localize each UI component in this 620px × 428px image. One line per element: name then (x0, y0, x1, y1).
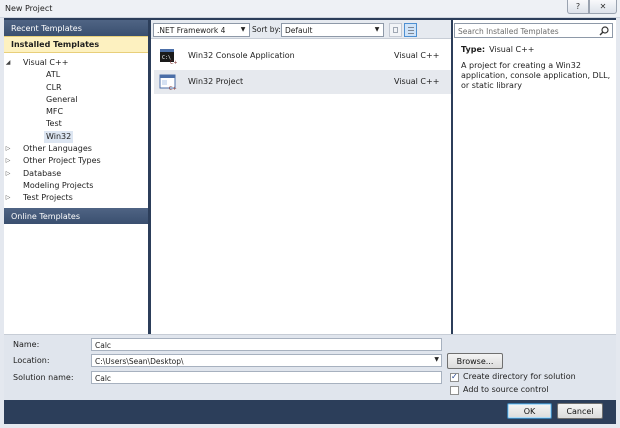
source-control-checkbox[interactable] (450, 386, 459, 395)
win32-project-icon: C++ (159, 74, 177, 91)
location-label: Location: (13, 356, 50, 365)
tree-item-label: Test Projects (23, 193, 73, 203)
template-description: A project for creating a Win32 applicati… (461, 61, 611, 90)
tree-item-win32[interactable]: Win32 (4, 130, 148, 143)
template-category-pane: Recent Templates Installed Templates ◢ Vi… (4, 20, 148, 334)
close-button[interactable]: ✕ (589, 0, 617, 14)
template-item-win32-project[interactable]: C++ Win32 Project Visual C++ (154, 70, 451, 94)
tree-item-label: MFC (46, 107, 64, 117)
name-value: Calc (95, 341, 112, 350)
tree-item-other-languages[interactable]: ▷ Other Languages (4, 143, 148, 155)
type-value: Visual C++ (489, 45, 535, 54)
tree-item-label: Win32 (44, 130, 74, 143)
location-value: C:\Users\Sean\Desktop\ (95, 357, 184, 366)
list-view-button[interactable] (404, 23, 417, 37)
help-icon: ? (575, 2, 581, 11)
collapsed-arrow-icon[interactable]: ▷ (4, 143, 12, 155)
location-select[interactable]: C:\Users\Sean\Desktop\ ▼ (91, 354, 442, 367)
tree-item-modeling-projects[interactable]: Modeling Projects (4, 180, 148, 192)
project-settings-form: Name: Calc Location: C:\Users\Sean\Deskt… (4, 334, 616, 400)
window-title: New Project (5, 4, 53, 13)
sort-label: Sort by: (252, 25, 281, 34)
tree-item-database[interactable]: ▷ Database (4, 168, 148, 180)
tree-item-label: Database (23, 168, 62, 178)
framework-value: .NET Framework 4 (157, 26, 226, 35)
sort-select[interactable]: Default ▼ (281, 23, 384, 37)
template-list-pane: .NET Framework 4 ▼ Sort by: Default ▼ C:… (151, 20, 451, 334)
ok-button[interactable]: OK (507, 403, 552, 419)
template-language: Visual C++ (394, 51, 440, 60)
template-type: Type: Visual C++ (461, 45, 535, 54)
tree-item-label: Visual C++ (23, 58, 69, 67)
name-label: Name: (13, 340, 40, 349)
chevron-down-icon: ▼ (434, 356, 439, 363)
tree-item-atl[interactable]: ATL (4, 69, 148, 81)
close-icon: ✕ (599, 2, 607, 11)
search-placeholder: Search Installed Templates (458, 27, 559, 36)
dialog-footer: OK Cancel (4, 400, 616, 424)
tree-item-label: General (46, 94, 78, 104)
framework-select[interactable]: .NET Framework 4 ▼ (153, 23, 250, 37)
browse-button[interactable]: Browse... (447, 353, 503, 369)
collapsed-arrow-icon[interactable]: ▷ (4, 192, 12, 204)
title-bar: New Project ? ✕ (0, 0, 620, 18)
tree-item-label: CLR (46, 82, 62, 92)
template-details-pane: Search Installed Templates Type: Visual C… (453, 20, 616, 334)
chevron-down-icon: ▼ (374, 26, 380, 33)
cancel-button[interactable]: Cancel (557, 403, 603, 419)
template-name: Win32 Project (188, 77, 244, 86)
svg-text:C++: C++ (169, 86, 177, 91)
tree-item-test[interactable]: Test (4, 118, 148, 130)
tree-item-label: Other Project Types (23, 156, 101, 166)
solution-name-field[interactable]: Calc (91, 371, 442, 384)
tree-item-label: ATL (46, 70, 61, 80)
solution-name-value: Calc (95, 374, 112, 383)
tree-item-test-projects[interactable]: ▷ Test Projects (4, 192, 148, 204)
tree-item-mfc[interactable]: MFC (4, 106, 148, 118)
name-field[interactable]: Calc (91, 338, 442, 351)
recent-templates-header[interactable]: Recent Templates (4, 20, 148, 36)
type-key: Type: (461, 45, 486, 54)
console-app-icon: C:\ C++ (160, 49, 177, 65)
svg-text:C++: C++ (170, 60, 177, 65)
template-tree: ◢ Visual C++ ATL CLR General MFC Test Win32 ▷ Oth… (4, 57, 148, 205)
create-directory-label: Create directory for solution (463, 372, 576, 381)
tree-item-clr[interactable]: CLR (4, 82, 148, 94)
expanded-arrow-icon[interactable]: ◢ (4, 57, 12, 69)
search-templates-input[interactable]: Search Installed Templates (454, 23, 613, 38)
template-toolbar: .NET Framework 4 ▼ Sort by: Default ▼ (151, 20, 451, 39)
source-control-label: Add to source control (463, 385, 549, 394)
chevron-down-icon: ▼ (240, 26, 246, 33)
small-icons-view-button[interactable] (389, 23, 402, 37)
grid-view-icon (393, 27, 398, 33)
template-item-win32-console[interactable]: C:\ C++ Win32 Console Application Visual… (154, 44, 451, 68)
create-directory-checkbox[interactable] (450, 372, 459, 382)
template-name: Win32 Console Application (188, 51, 295, 60)
collapsed-arrow-icon[interactable]: ▷ (4, 168, 12, 180)
help-button[interactable]: ? (567, 0, 589, 14)
search-icon[interactable] (599, 26, 609, 36)
tree-item-label: Other Languages (23, 144, 92, 154)
collapsed-arrow-icon[interactable]: ▷ (4, 155, 12, 167)
tree-item-visual-c[interactable]: ◢ Visual C++ (4, 57, 148, 69)
tree-item-general[interactable]: General (4, 94, 148, 106)
installed-templates-header[interactable]: Installed Templates (4, 36, 148, 53)
template-language: Visual C++ (394, 77, 440, 86)
tree-item-other-project-types[interactable]: ▷ Other Project Types (4, 155, 148, 167)
solution-name-label: Solution name: (13, 373, 74, 382)
sort-value: Default (285, 26, 313, 35)
tree-item-label: Modeling Projects (23, 180, 94, 190)
online-templates-header[interactable]: Online Templates (4, 208, 148, 224)
tree-item-label: Test (46, 119, 62, 129)
